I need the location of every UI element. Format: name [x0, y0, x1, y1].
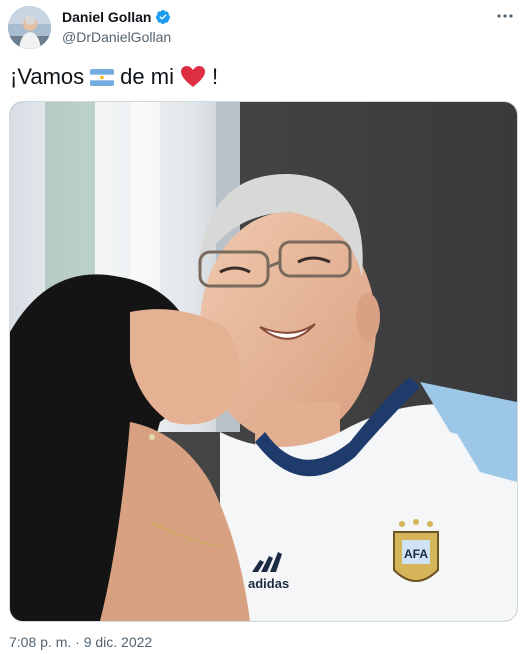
tweet-text: ¡Vamos de mi ! — [10, 64, 218, 90]
afa-text: AFA — [404, 547, 428, 561]
more-options-icon[interactable] — [495, 6, 515, 26]
red-heart-icon — [180, 66, 205, 87]
author-name-row[interactable]: Daniel Gollan — [62, 9, 171, 25]
adidas-text: adidas — [248, 576, 289, 591]
avatar-image — [8, 6, 51, 49]
verified-badge-icon — [156, 10, 171, 24]
author-name[interactable]: Daniel Gollan — [62, 9, 151, 25]
tweet-photo[interactable]: adidas AFA — [9, 101, 518, 622]
author-handle[interactable]: @DrDanielGollan — [62, 29, 171, 45]
tweet-text-part3: ! — [211, 64, 219, 89]
argentina-flag-icon — [90, 68, 115, 86]
tweet-timestamp[interactable]: 7:08 p. m. · 9 dic. 2022 — [9, 634, 152, 650]
photo-image: adidas AFA — [10, 102, 517, 621]
author-avatar[interactable] — [8, 6, 51, 49]
tweet-text-part2: de mi — [120, 64, 174, 89]
tweet-text-part1: ¡Vamos — [10, 64, 85, 89]
